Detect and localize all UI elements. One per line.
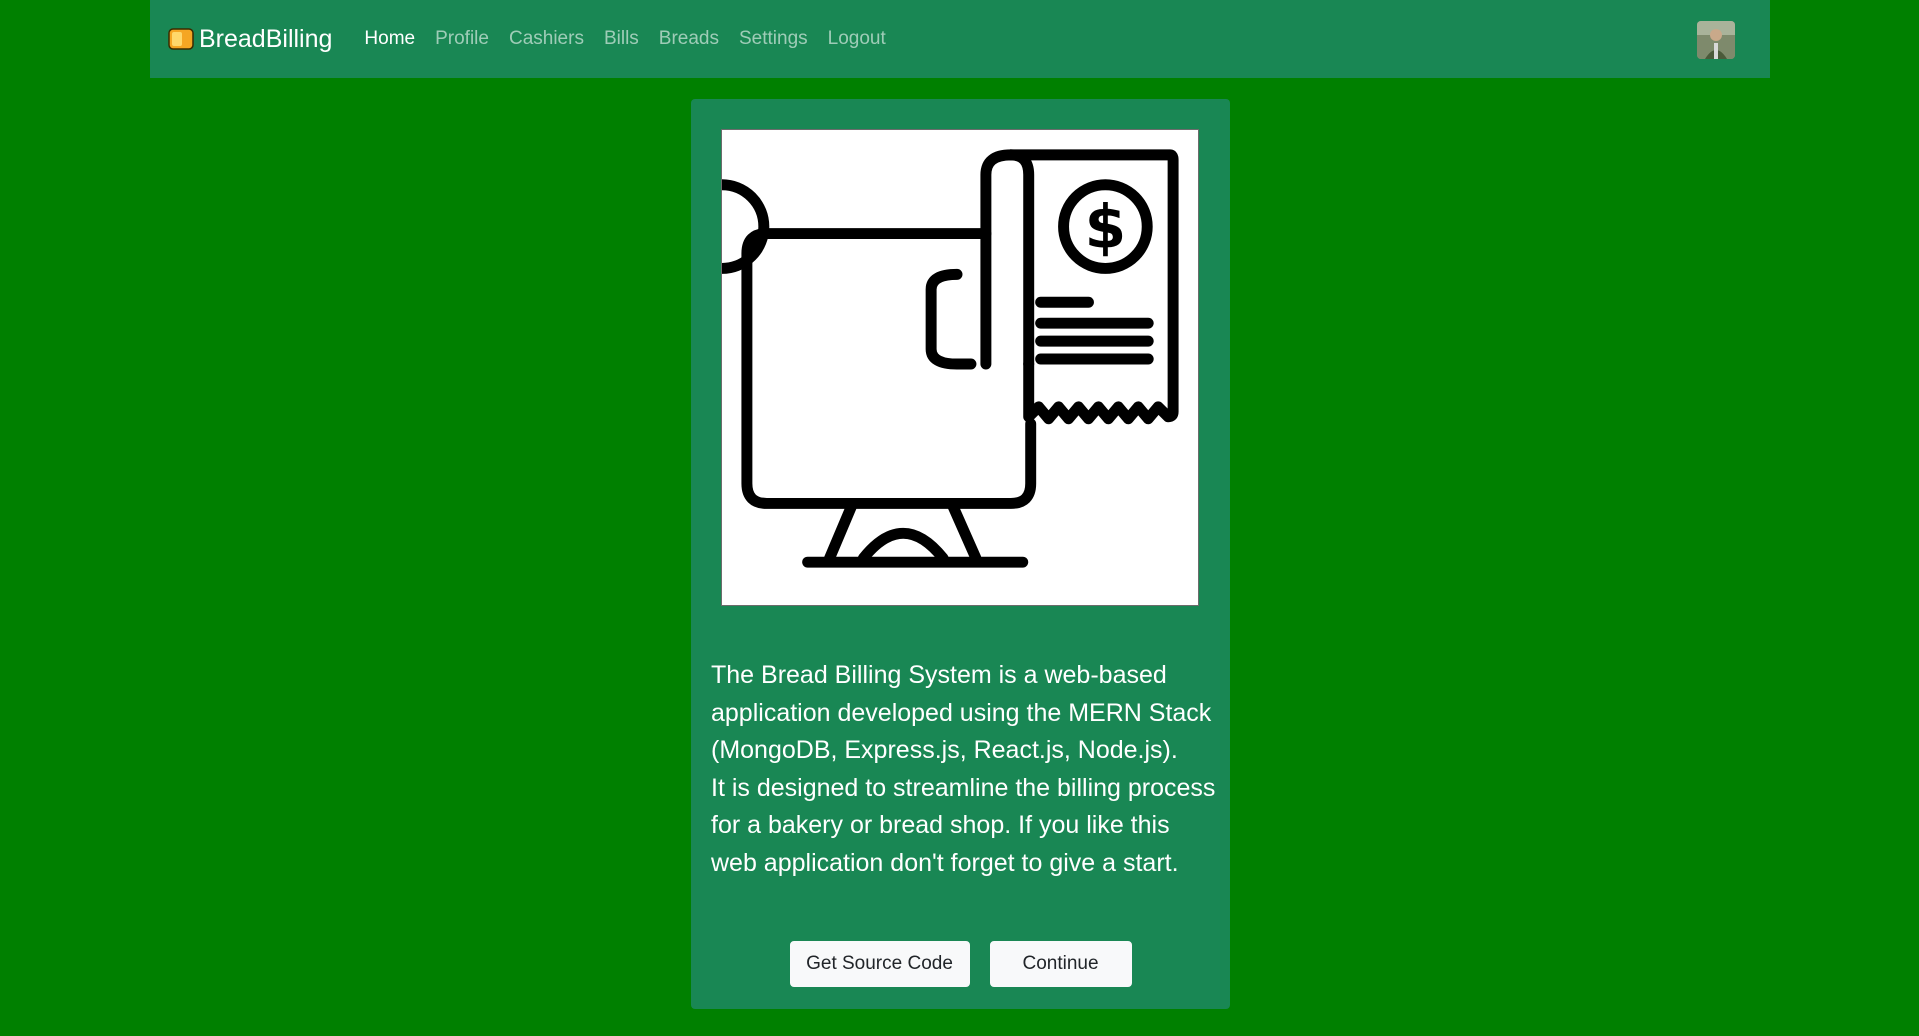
nav-profile[interactable]: Profile xyxy=(425,28,499,50)
hero-actions: Get Source Code Continue xyxy=(691,941,1230,987)
nav-cashiers[interactable]: Cashiers xyxy=(499,28,594,50)
top-navbar: BreadBilling Home Profile Cashiers Bills… xyxy=(150,0,1770,78)
bread-icon xyxy=(168,28,194,50)
description-paragraph-2: It is designed to streamline the billing… xyxy=(711,773,1216,877)
nav-bills[interactable]: Bills xyxy=(594,28,649,50)
nav-breads[interactable]: Breads xyxy=(649,28,729,50)
brand-name: BreadBilling xyxy=(199,24,333,53)
user-avatar[interactable] xyxy=(1697,21,1735,59)
description-paragraph-1: The Bread Billing System is a web-based … xyxy=(711,661,1212,764)
billing-monitor-receipt-icon: $ xyxy=(722,149,1179,568)
hero-description: The Bread Billing System is a web-based … xyxy=(711,657,1216,882)
nav-links: Home Profile Cashiers Bills Breads Setti… xyxy=(362,28,895,50)
nav-settings[interactable]: Settings xyxy=(729,28,818,50)
hero-illustration: $ xyxy=(721,129,1199,606)
nav-logout[interactable]: Logout xyxy=(818,28,896,50)
nav-home[interactable]: Home xyxy=(362,28,425,50)
svg-text:$: $ xyxy=(1085,194,1127,263)
hero-card: $ The Bread Billing System is a web-base… xyxy=(691,99,1230,1009)
brand-link[interactable]: BreadBilling xyxy=(168,25,332,54)
continue-button[interactable]: Continue xyxy=(989,941,1132,987)
get-source-code-button[interactable]: Get Source Code xyxy=(789,941,970,987)
